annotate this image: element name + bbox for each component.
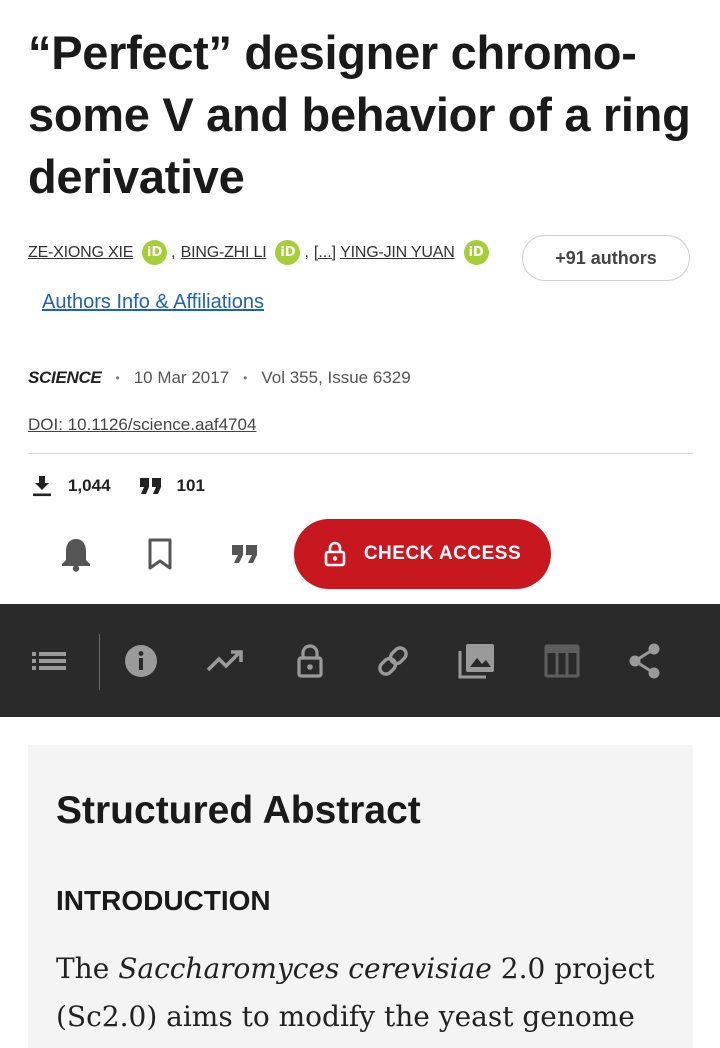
download-icon — [30, 474, 54, 498]
publication-meta: SCIENCE • 10 Mar 2017 • Vol 355, Issue 6… — [28, 368, 411, 388]
article-toolbar — [0, 604, 720, 717]
article-actions: CHECK ACCESS — [0, 519, 720, 589]
abstract-text: The Saccharomyces cerevisiae 2.0 project… — [56, 945, 676, 1041]
species-name: Saccharomyces cerevisiae — [118, 952, 492, 985]
check-access-label: CHECK ACCESS — [363, 543, 522, 564]
doi-link[interactable]: DOI: 10.1126/science.aaf4704 — [28, 415, 256, 435]
more-authors-button[interactable]: +91 authors — [522, 235, 690, 281]
article-title: “Perfect” designer chromo-some V and beh… — [28, 26, 691, 203]
abstract-section-heading: INTRODUCTION — [56, 885, 271, 916]
abstract-heading: Structured Abstract — [56, 789, 421, 832]
bookmark-icon[interactable] — [142, 536, 178, 572]
link-icon[interactable] — [374, 642, 412, 680]
authors-info-link[interactable]: Authors Info & Affiliations — [42, 291, 264, 314]
structured-abstract: Structured Abstract INTRODUCTION The Sac… — [28, 745, 693, 1048]
author-separator: , — [304, 243, 309, 261]
publication-date: 10 Mar 2017 — [133, 368, 230, 387]
info-icon[interactable] — [122, 642, 160, 680]
check-access-button[interactable]: CHECK ACCESS — [294, 519, 551, 589]
metrics-row: 1,044 101 — [30, 474, 205, 498]
share-icon[interactable] — [626, 642, 664, 680]
citation-count: 101 — [176, 476, 205, 495]
quote-icon[interactable] — [227, 536, 263, 572]
author-link[interactable]: BING-ZHI LI — [181, 244, 267, 262]
images-icon[interactable] — [458, 642, 496, 680]
download-count: 1,044 — [68, 476, 111, 495]
author-link[interactable]: ZE-XIONG XIE — [28, 244, 133, 262]
citation-icon — [139, 476, 163, 496]
trending-icon[interactable] — [206, 642, 244, 680]
table-icon[interactable] — [543, 642, 581, 680]
abstract-text-start: The — [56, 952, 119, 985]
toolbar-divider — [99, 634, 100, 690]
author-list: ZE-XIONG XIE iD , BING-ZHI LI iD , [...]… — [28, 240, 518, 265]
divider — [28, 453, 693, 454]
orcid-icon[interactable]: iD — [275, 240, 301, 265]
volume-issue[interactable]: Vol 355, Issue 6329 — [261, 368, 410, 388]
orcid-icon[interactable]: iD — [463, 240, 489, 265]
journal-name[interactable]: SCIENCE — [28, 368, 102, 388]
author-link[interactable]: YING-JIN YUAN — [340, 244, 455, 262]
orcid-icon[interactable]: iD — [142, 240, 168, 265]
author-separator: , — [171, 243, 176, 261]
meta-bullet: • — [243, 371, 248, 385]
lock-icon — [324, 541, 346, 567]
lock-icon[interactable] — [291, 642, 329, 680]
bell-icon[interactable] — [58, 536, 94, 572]
list-icon[interactable] — [30, 642, 68, 680]
expand-authors-link[interactable]: [...] — [314, 244, 336, 262]
meta-bullet: • — [115, 371, 120, 385]
